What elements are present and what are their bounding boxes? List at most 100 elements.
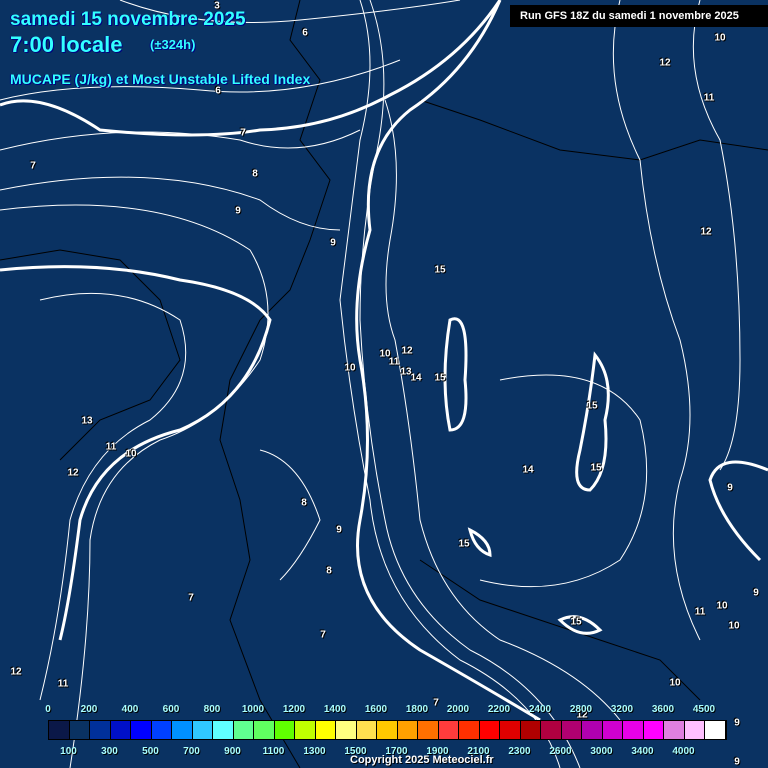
scale-label: 600 — [162, 704, 180, 715]
copyright: Copyright 2025 Meteociel.fr — [350, 754, 494, 766]
scale-label: 1200 — [282, 704, 306, 715]
color-swatch — [254, 721, 275, 739]
contour-label: 9 — [336, 524, 342, 536]
color-swatch — [582, 721, 603, 739]
color-swatch — [479, 721, 500, 739]
scale-label: 300 — [101, 746, 118, 757]
scale-label: 100 — [60, 746, 77, 757]
contour-label: 10 — [714, 32, 726, 44]
coastlines — [0, 0, 768, 768]
scale-label: 700 — [183, 746, 200, 757]
color-swatch — [541, 721, 562, 739]
contour-label: 11 — [57, 678, 69, 690]
color-swatch — [356, 721, 377, 739]
contour-label: 12 — [67, 467, 79, 479]
contour-label: 9 — [753, 587, 759, 599]
color-swatch — [438, 721, 459, 739]
contour-label: 10 — [716, 600, 728, 612]
scale-label: 4000 — [672, 746, 695, 757]
contour-label: 11 — [694, 606, 706, 618]
contour-label: 15 — [458, 538, 470, 550]
color-swatch — [664, 721, 685, 739]
contour-label: 8 — [252, 168, 258, 180]
contour-label: 9 — [235, 205, 241, 217]
contour-label: 14 — [410, 372, 422, 384]
scale-label: 900 — [224, 746, 241, 757]
color-swatch — [90, 721, 111, 739]
contour-label: 10 — [344, 362, 356, 374]
contour-label: 7 — [30, 160, 36, 172]
scale-label: 2000 — [446, 704, 470, 715]
contour-label: 7 — [240, 127, 246, 139]
thick-contours — [0, 0, 768, 722]
color-swatch — [500, 721, 521, 739]
scale-label: 2800 — [569, 704, 593, 715]
scale-label: 2200 — [487, 704, 511, 715]
color-swatch — [377, 721, 398, 739]
color-swatch — [131, 721, 152, 739]
scale-label: 800 — [203, 704, 221, 715]
map-view: 3 6 6 7 7 8 9 9 15 10 12 11 10 13 14 15 15 15 14 13 11 10 12 8 9… — [0, 0, 768, 768]
thin-contours — [0, 0, 741, 768]
lead-time: (±324h) — [150, 37, 196, 52]
contour-label: 12 — [700, 226, 712, 238]
contour-label: 15 — [570, 616, 582, 628]
color-swatch — [172, 721, 193, 739]
contour-label: 11 — [105, 441, 117, 453]
scale-label: 1300 — [303, 746, 326, 757]
scale-label: 2600 — [549, 746, 572, 757]
color-swatch — [151, 721, 172, 739]
color-swatch — [520, 721, 541, 739]
color-swatch — [397, 721, 418, 739]
contour-label: 10 — [125, 448, 137, 460]
scale-label: 3000 — [590, 746, 613, 757]
scale-label: 1800 — [405, 704, 429, 715]
scale-label: 0 — [45, 704, 51, 715]
scale-label: 1600 — [364, 704, 388, 715]
contour-label: 11 — [388, 356, 400, 368]
color-swatch — [69, 721, 90, 739]
color-swatch — [602, 721, 623, 739]
scale-label: 400 — [121, 704, 139, 715]
color-swatch — [315, 721, 336, 739]
color-swatch — [274, 721, 295, 739]
color-swatch — [561, 721, 582, 739]
forecast-date: samedi 15 novembre 2025 — [10, 9, 246, 30]
contour-label: 13 — [81, 415, 93, 427]
contour-label: 6 — [215, 85, 221, 97]
contour-label: 9 — [734, 717, 740, 729]
color-swatch — [49, 721, 70, 739]
scale-label: 2400 — [528, 704, 552, 715]
color-swatch — [192, 721, 213, 739]
color-swatch — [643, 721, 664, 739]
scale-label: 1100 — [262, 746, 285, 757]
scale-label: 1000 — [241, 704, 265, 715]
contour-label: 14 — [522, 464, 534, 476]
contour-label: 15 — [434, 264, 446, 276]
color-swatch — [233, 721, 254, 739]
contour-label: 10 — [669, 677, 681, 689]
contour-label: 15 — [434, 372, 446, 384]
contour-label: 8 — [326, 565, 332, 577]
contour-label: 9 — [727, 482, 733, 494]
contour-label: 15 — [590, 462, 602, 474]
contour-label: 12 — [10, 666, 22, 678]
scale-label: 200 — [80, 704, 98, 715]
contour-label: 6 — [302, 27, 308, 39]
contour-label: 8 — [301, 497, 307, 509]
color-swatch — [295, 721, 316, 739]
contour-label: 15 — [586, 400, 598, 412]
contour-label: 9 — [734, 756, 740, 768]
contour-label: 7 — [320, 629, 326, 641]
scale-label: 3200 — [610, 704, 634, 715]
scale-label: 2300 — [508, 746, 531, 757]
color-swatch — [684, 721, 705, 739]
forecast-time: 7:00 locale — [10, 32, 123, 57]
contour-label: 7 — [433, 697, 439, 709]
contour-label: 10 — [728, 620, 740, 632]
color-swatch — [213, 721, 234, 739]
contour-label: 7 — [188, 592, 194, 604]
scale-label: 3600 — [651, 704, 675, 715]
parameter-title: MUCAPE (J/kg) et Most Unstable Lifted In… — [10, 71, 311, 87]
run-info: Run GFS 18Z du samedi 1 novembre 2025 — [510, 5, 768, 27]
